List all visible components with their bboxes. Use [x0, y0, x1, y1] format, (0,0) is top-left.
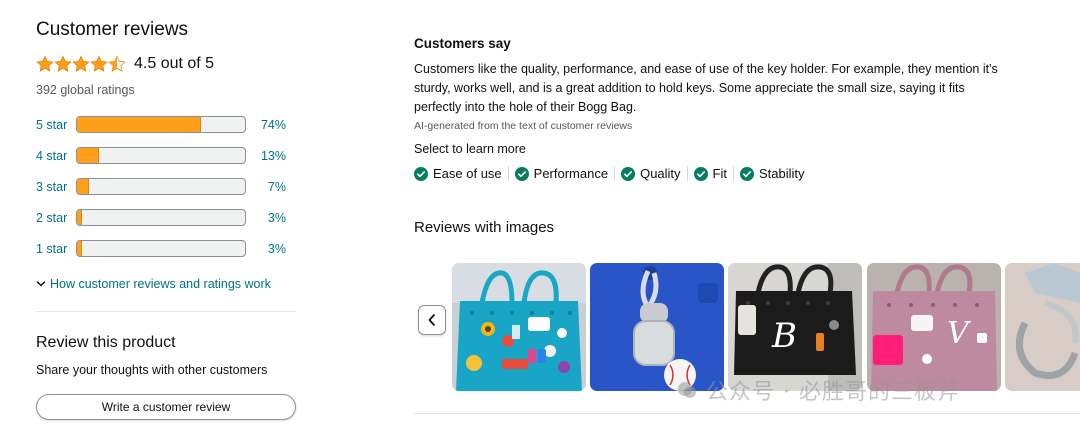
histogram-row-1-star[interactable]: 1 star 3% [36, 233, 298, 264]
histogram-row-4-star[interactable]: 4 star 13% [36, 140, 298, 171]
how-reviews-work-link[interactable]: How customer reviews and ratings work [36, 277, 298, 291]
review-image-thumbnail[interactable]: B [728, 263, 862, 391]
histogram-label[interactable]: 5 star [36, 118, 76, 132]
check-circle-icon [693, 166, 708, 181]
histogram-percent[interactable]: 3% [256, 211, 286, 225]
divider [414, 413, 1080, 414]
check-circle-icon [740, 166, 754, 181]
aspect-chips: Ease of use Performance Quality Fit Stab… [414, 166, 1014, 181]
star-icon [72, 55, 90, 72]
review-image-thumbnail[interactable] [590, 263, 724, 391]
histogram-bar[interactable] [76, 178, 246, 195]
histogram-label[interactable]: 3 star [36, 180, 76, 194]
divider [36, 311, 296, 312]
histogram-bar-fill [77, 117, 202, 132]
chip-label[interactable]: Ease of use [433, 166, 502, 181]
watermark-text: 公众号 · 必胜哥的三板斧 [706, 380, 960, 405]
rating-histogram: 5 star 74% 4 star 13% 3 star 7% 2 star 3… [36, 109, 298, 264]
histogram-bar[interactable] [76, 240, 246, 257]
ai-generated-note: AI-generated from the text of customer r… [414, 120, 633, 132]
star-icon [36, 55, 54, 72]
histogram-row-2-star[interactable]: 2 star 3% [36, 202, 298, 233]
chip-label[interactable]: Stability [759, 166, 805, 181]
customer-reviews-summary: Customer reviews 4.5 out of 5 392 global… [36, 18, 298, 291]
reviews-with-images-title: Reviews with images [414, 219, 555, 236]
wechat-icon [678, 382, 696, 398]
chip-ease-of-use[interactable]: Ease of use [414, 166, 508, 181]
review-image-thumbnail[interactable]: V [867, 263, 1001, 391]
carabiner-photo [1005, 263, 1080, 391]
carousel-prev-button[interactable] [418, 305, 446, 335]
histogram-bar-fill [77, 210, 83, 225]
black-tote-photo: B [728, 263, 862, 391]
average-rating[interactable]: 4.5 out of 5 [36, 51, 298, 77]
customers-say-section: Customers say Customers like the quality… [414, 36, 1014, 181]
histogram-percent[interactable]: 13% [256, 149, 286, 163]
review-image-thumbnail[interactable] [452, 263, 586, 391]
review-product-title: Review this product [36, 334, 176, 351]
how-reviews-work-text[interactable]: How customer reviews and ratings work [50, 277, 271, 291]
histogram-percent[interactable]: 3% [256, 242, 286, 256]
histogram-bar-fill [77, 179, 89, 194]
chip-fit[interactable]: Fit [686, 166, 733, 181]
select-to-learn-more: Select to learn more [414, 142, 526, 156]
customers-say-summary: Customers like the quality, performance,… [414, 62, 998, 114]
review-product-subtitle: Share your thoughts with other customers [36, 363, 268, 377]
chip-label[interactable]: Quality [640, 166, 680, 181]
chip-stability[interactable]: Stability [733, 166, 811, 181]
write-review-button[interactable]: Write a customer review [36, 394, 296, 420]
chevron-left-icon [428, 314, 435, 326]
review-image-thumbnail[interactable] [1005, 263, 1080, 391]
svg-text:B: B [771, 316, 797, 356]
half-star-icon [108, 55, 126, 72]
teal-tote-photo [452, 263, 586, 391]
histogram-bar-fill [77, 241, 83, 256]
global-ratings-count: 392 global ratings [36, 83, 135, 97]
histogram-bar[interactable] [76, 116, 246, 133]
svg-text:V: V [947, 316, 972, 351]
star-icon [54, 55, 72, 72]
key-holder-photo [590, 263, 724, 391]
histogram-bar[interactable] [76, 147, 246, 164]
chip-label[interactable]: Fit [713, 166, 727, 181]
pink-tote-photo: V [867, 263, 1001, 391]
histogram-label[interactable]: 1 star [36, 242, 76, 256]
check-circle-icon [414, 166, 428, 181]
histogram-label[interactable]: 2 star [36, 211, 76, 225]
customer-reviews-title: Customer reviews [36, 19, 189, 40]
star-icon [90, 55, 108, 72]
histogram-percent[interactable]: 74% [256, 118, 286, 132]
star-rating [36, 55, 126, 73]
customers-say-title: Customers say [414, 36, 511, 51]
histogram-row-5-star[interactable]: 5 star 74% [36, 109, 298, 140]
histogram-bar[interactable] [76, 209, 246, 226]
histogram-label[interactable]: 4 star [36, 149, 76, 163]
histogram-percent[interactable]: 7% [256, 180, 286, 194]
chevron-down-icon [36, 281, 46, 287]
chip-quality[interactable]: Quality [614, 166, 686, 181]
rating-text: 4.5 out of 5 [134, 55, 215, 72]
watermark: 公众号 · 必胜哥的三板斧 [676, 374, 960, 406]
histogram-bar-fill [77, 148, 99, 163]
chip-label[interactable]: Performance [534, 166, 608, 181]
chip-performance[interactable]: Performance [507, 166, 614, 181]
histogram-row-3-star[interactable]: 3 star 7% [36, 171, 298, 202]
check-circle-icon [514, 166, 529, 181]
check-circle-icon [621, 166, 636, 181]
